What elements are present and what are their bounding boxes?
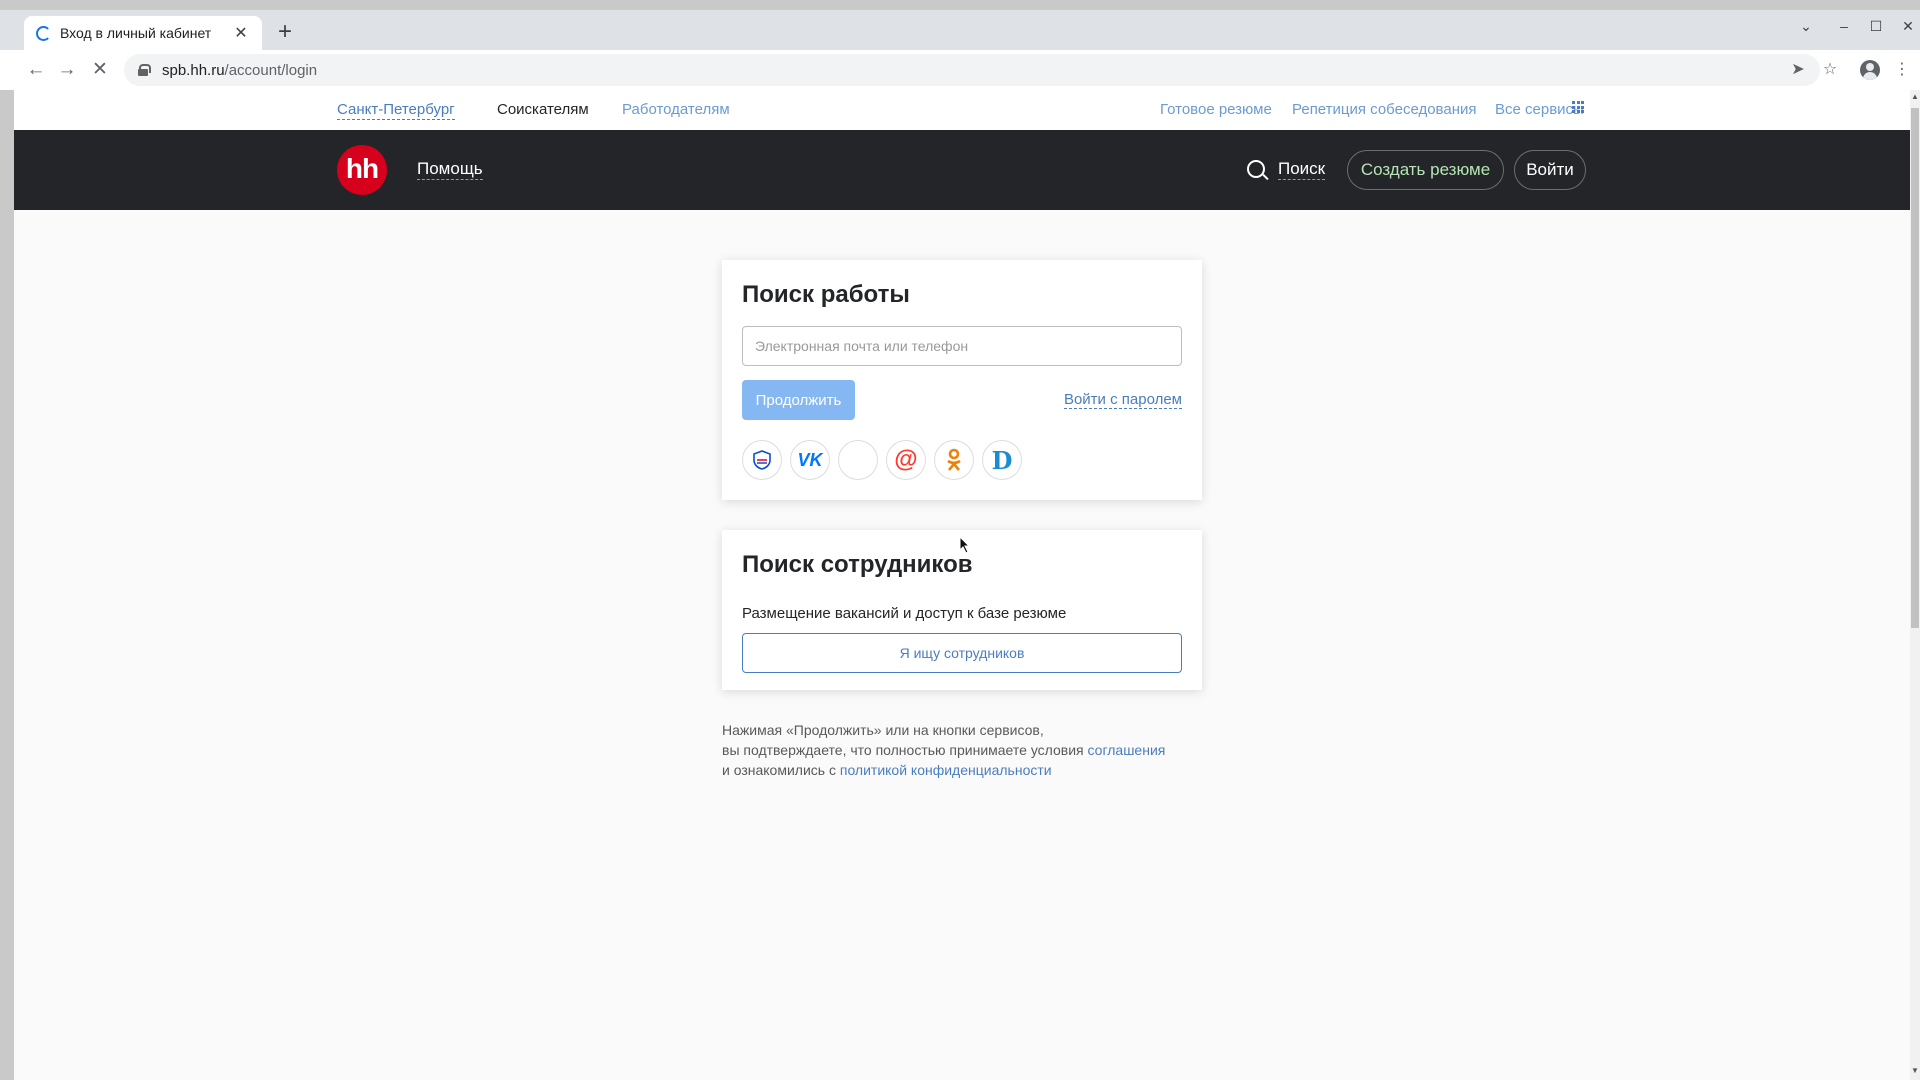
address-bar[interactable]: spb.hh.ru/account/login [124, 54, 1820, 86]
legal-line-2-text: вы подтверждаете, что полностью принимае… [722, 742, 1088, 758]
job-search-title: Поиск работы [742, 281, 910, 308]
nav-ready-resume[interactable]: Готовое резюме [1160, 101, 1272, 118]
tab-bar: Вход в личный кабинет ✕ + ⌄ – ☐ ✕ [0, 10, 1920, 50]
continue-button[interactable]: Продолжить [742, 380, 855, 420]
top-nav: Санкт-Петербург Соискателям Работодателя… [14, 90, 1910, 130]
browser-tab[interactable]: Вход в личный кабинет ✕ [24, 16, 262, 50]
nav-employers[interactable]: Работодателям [622, 101, 730, 118]
employee-search-card: Поиск сотрудников Размещение вакансий и … [722, 530, 1202, 690]
employee-search-title: Поиск сотрудников [742, 551, 973, 578]
back-icon[interactable]: ← [24, 58, 48, 82]
nav-all-services[interactable]: Все сервисы [1495, 101, 1584, 118]
search-link[interactable]: Поиск [1278, 159, 1326, 180]
city-selector[interactable]: Санкт-Петербург [337, 101, 455, 120]
mailru-icon[interactable]: @ [886, 440, 926, 480]
legal-line-3-text: и ознакомились с [722, 762, 840, 778]
social-login-list: VK @ D [742, 440, 1022, 480]
legal-line-2: вы подтверждаете, что полностью принимае… [722, 740, 1242, 760]
stop-icon[interactable]: ✕ [88, 58, 112, 82]
menu-icon[interactable]: ⋮ [1890, 58, 1914, 82]
legal-line-3: и ознакомились с политикой конфиденциаль… [722, 760, 1242, 780]
close-tab-icon[interactable]: ✕ [232, 23, 250, 43]
apple-icon[interactable] [838, 440, 878, 480]
browser-chrome: Вход в личный кабинет ✕ + ⌄ – ☐ ✕ ← → ✕ … [0, 10, 1920, 90]
services-grid-icon[interactable] [1572, 101, 1584, 113]
star-icon[interactable]: ☆ [1818, 58, 1842, 82]
new-tab-button[interactable]: + [272, 20, 298, 46]
site-header: hh Помощь Поиск Создать резюме Войти [14, 130, 1910, 210]
gosuslugi-icon[interactable] [742, 440, 782, 480]
nav-seekers[interactable]: Соискателям [497, 101, 589, 118]
agreement-link[interactable]: соглашения [1088, 742, 1166, 758]
scroll-up-icon[interactable]: ▲ [1911, 92, 1919, 102]
hh-logo[interactable]: hh [337, 145, 387, 195]
password-login-link[interactable]: Войти с паролем [1063, 391, 1182, 409]
close-window-icon[interactable]: ✕ [1896, 18, 1920, 35]
browser-toolbar: ← → ✕ spb.hh.ru/account/login ➤ ☆ ⋮ [0, 50, 1920, 90]
odnoklassniki-icon[interactable] [934, 440, 974, 480]
legal-line-1: Нажимая «Продолжить» или на кнопки серви… [722, 722, 1044, 738]
tab-title: Вход в личный кабинет [60, 25, 212, 41]
url-host: spb.hh.ru [162, 61, 225, 79]
url-path: /account/login [224, 61, 318, 79]
looking-for-employees-button[interactable]: Я ищу сотрудников [742, 633, 1182, 673]
create-resume-button[interactable]: Создать резюме [1347, 150, 1504, 190]
page-scrollbar[interactable]: ▲ ▼ [1910, 90, 1920, 1080]
privacy-policy-link[interactable]: политикой конфиденциальности [840, 762, 1052, 778]
minimize-icon[interactable]: – [1832, 18, 1856, 34]
login-button[interactable]: Войти [1514, 150, 1586, 190]
legal-notice: Нажимая «Продолжить» или на кнопки серви… [722, 720, 1242, 780]
page-viewport: Санкт-Петербург Соискателям Работодателя… [14, 90, 1910, 1080]
d-icon[interactable]: D [982, 440, 1022, 480]
job-search-card: Поиск работы Продолжить Войти с паролем … [722, 260, 1202, 500]
maximize-icon[interactable]: ☐ [1864, 18, 1888, 35]
help-link[interactable]: Помощь [417, 159, 483, 180]
vk-icon[interactable]: VK [790, 440, 830, 480]
mouse-cursor-icon [959, 536, 971, 554]
share-icon[interactable]: ➤ [1786, 58, 1810, 82]
scroll-down-icon[interactable]: ▼ [1911, 1066, 1919, 1076]
tab-search-icon[interactable]: ⌄ [1794, 18, 1818, 35]
forward-icon[interactable]: → [55, 58, 79, 82]
email-or-phone-input[interactable] [742, 326, 1182, 366]
employee-search-description: Размещение вакансий и доступ к базе резю… [742, 605, 1067, 622]
profile-icon[interactable] [1860, 60, 1880, 80]
scroll-thumb[interactable] [1911, 108, 1919, 628]
loading-spinner-icon [36, 25, 51, 41]
search-icon[interactable] [1247, 160, 1265, 178]
lock-icon[interactable] [138, 64, 151, 76]
nav-interview-practice[interactable]: Репетиция собеседования [1292, 101, 1476, 118]
